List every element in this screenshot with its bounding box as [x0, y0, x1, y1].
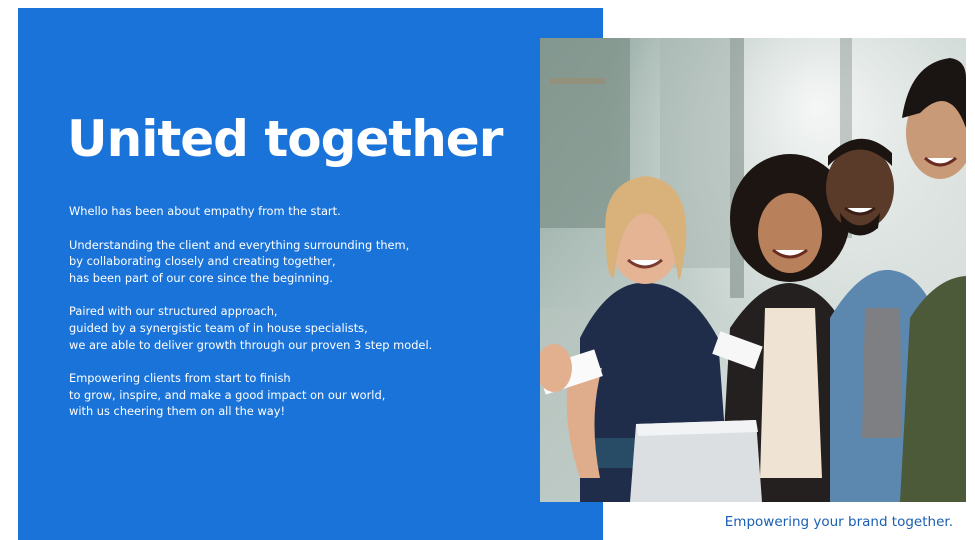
- paragraph-3: Paired with our structured approach, gui…: [69, 303, 539, 353]
- paragraph-line: we are able to deliver growth through ou…: [69, 337, 433, 352]
- paragraph-line: by collaborating closely and creating to…: [69, 254, 336, 269]
- body-copy: Whello has been about empathy from the s…: [69, 203, 539, 437]
- paragraph-4: Empowering clients from start to finish …: [69, 370, 539, 420]
- paragraph-line: Empowering clients from start to finish: [69, 371, 291, 386]
- paragraph-1: Whello has been about empathy from the s…: [69, 203, 539, 220]
- paragraph-line: Whello has been about empathy from the s…: [69, 204, 341, 218]
- team-photo-illustration: [540, 38, 966, 502]
- paragraph-line: to grow, inspire, and make a good impact…: [69, 387, 386, 402]
- team-photo: [540, 38, 966, 502]
- tagline: Empowering your brand together.: [724, 514, 953, 530]
- slide: United together Whello has been about em…: [0, 0, 975, 540]
- slide-headline: United together: [67, 110, 503, 168]
- paragraph-line: has been part of our core since the begi…: [69, 270, 334, 285]
- paragraph-2: Understanding the client and everything …: [69, 237, 539, 287]
- paragraph-line: with us cheering them on all the way!: [69, 404, 286, 419]
- paragraph-line: Understanding the client and everything …: [69, 237, 410, 252]
- paragraph-line: Paired with our structured approach,: [69, 304, 278, 319]
- paragraph-line: guided by a synergistic team of in house…: [69, 320, 368, 335]
